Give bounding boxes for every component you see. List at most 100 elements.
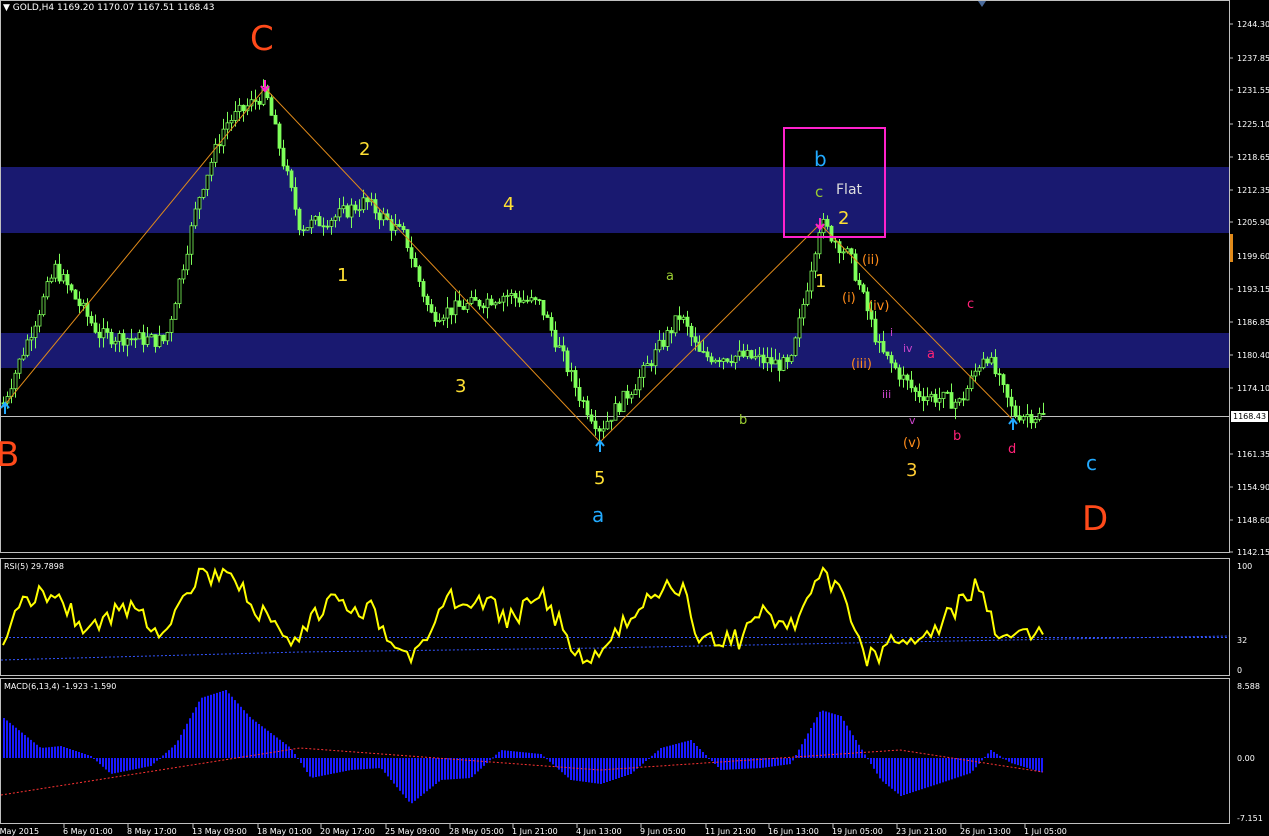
candle-body	[669, 330, 674, 334]
candle-body	[569, 370, 574, 373]
candle-body	[657, 339, 662, 351]
candle-body	[553, 329, 558, 348]
macd-bar	[351, 758, 353, 770]
macd-bar	[501, 750, 503, 758]
price-tick: 1231.55	[1237, 86, 1269, 95]
macd-bar	[435, 758, 437, 784]
price-tick: 1199.60	[1237, 252, 1269, 261]
macd-bar	[417, 758, 419, 799]
macd-bar	[741, 758, 743, 769]
candle-body	[889, 355, 894, 364]
candle-body	[589, 414, 594, 422]
candle-body	[297, 208, 302, 231]
candle-body	[173, 303, 178, 320]
rsi-panel-border	[0, 558, 1230, 676]
candle-body	[25, 339, 30, 356]
macd-bar	[402, 758, 404, 795]
macd-bar	[963, 758, 965, 776]
candle-body	[813, 253, 818, 272]
wave-label: (i)	[842, 291, 856, 306]
macd-bar	[1038, 758, 1040, 772]
candle-body	[1001, 374, 1006, 386]
time-tick: 23 Jun 21:00	[896, 827, 947, 836]
scroll-marker-icon[interactable]	[978, 1, 986, 7]
candle-body	[233, 111, 238, 121]
macd-bar	[810, 728, 812, 758]
macd-bar	[957, 758, 959, 778]
candle-body	[817, 232, 822, 255]
candle-body	[809, 270, 814, 292]
macd-bar	[165, 752, 167, 758]
rsi-axis: 100 32 0	[1237, 562, 1252, 675]
candle-body	[605, 420, 610, 430]
candle-body	[805, 290, 810, 305]
price-tick: 1237.85	[1237, 54, 1269, 63]
candle-body	[257, 100, 262, 105]
candle-body	[97, 331, 102, 339]
macd-bar	[393, 758, 395, 784]
macd-bar	[423, 758, 425, 794]
macd-bar	[633, 758, 635, 772]
candle-body	[561, 345, 566, 352]
macd-bar	[624, 758, 626, 776]
candle-body	[205, 174, 210, 190]
candle-body	[625, 390, 630, 399]
chart-header[interactable]: ▼ GOLD,H4 1169.20 1170.07 1167.51 1168.4…	[3, 3, 214, 13]
macd-bar	[813, 722, 815, 758]
candle-body	[989, 356, 994, 364]
macd-bar	[1029, 758, 1031, 769]
macd-bar	[204, 696, 206, 758]
macd-bar	[327, 758, 329, 775]
time-tick: 28 May 05:00	[449, 827, 504, 836]
macd-bar	[627, 758, 629, 775]
macd-bar	[210, 694, 212, 758]
time-tick: 4 Jun 13:00	[576, 827, 622, 836]
candle-body	[401, 226, 406, 231]
dropdown-triangle-icon[interactable]: ▼	[3, 3, 10, 13]
macd-bar	[678, 743, 680, 758]
candle-body	[957, 398, 962, 403]
candle-body	[353, 204, 358, 211]
macd-bar	[126, 758, 128, 771]
macd-bar	[675, 744, 677, 758]
macd-bar	[237, 703, 239, 758]
macd-bar	[705, 755, 707, 758]
candle-body	[893, 362, 898, 369]
candle-body	[105, 328, 110, 333]
macd-bar	[105, 758, 107, 770]
macd-bar	[378, 758, 380, 769]
macd-bar	[81, 753, 83, 758]
macd-bar	[846, 725, 848, 758]
candle-body	[201, 188, 206, 198]
flat-label: Flat	[836, 182, 863, 198]
macd-bar	[117, 758, 119, 773]
macd-bar	[561, 758, 563, 773]
time-axis: 5 May 2015 6 May 01:00 8 May 17:00 13 May 0…	[0, 824, 1067, 836]
macd-bar	[513, 751, 515, 758]
candle-body	[529, 297, 534, 302]
candle-body	[773, 359, 778, 365]
macd-bar	[390, 758, 392, 780]
macd-bar	[399, 758, 401, 791]
macd-bar	[366, 758, 368, 769]
macd-bar	[873, 758, 875, 769]
macd-bar	[591, 758, 593, 783]
candle-body	[729, 360, 734, 364]
macd-bar	[552, 758, 554, 765]
macd-bar	[732, 758, 734, 770]
macd-bar	[804, 738, 806, 758]
candle-body	[649, 363, 654, 367]
candle-body	[77, 298, 82, 307]
candle-body	[117, 333, 122, 342]
candle-body	[161, 334, 166, 342]
macd-bar	[87, 755, 89, 758]
macd-bar	[138, 758, 140, 769]
macd-bar	[450, 758, 452, 780]
wave-label: (iv)	[868, 299, 889, 314]
macd-bar	[906, 758, 908, 795]
macd-bar	[816, 717, 818, 758]
macd-bar	[1026, 758, 1028, 768]
candle-body	[693, 336, 698, 343]
wave-label: 3	[906, 460, 917, 481]
macd-bar	[594, 758, 596, 784]
